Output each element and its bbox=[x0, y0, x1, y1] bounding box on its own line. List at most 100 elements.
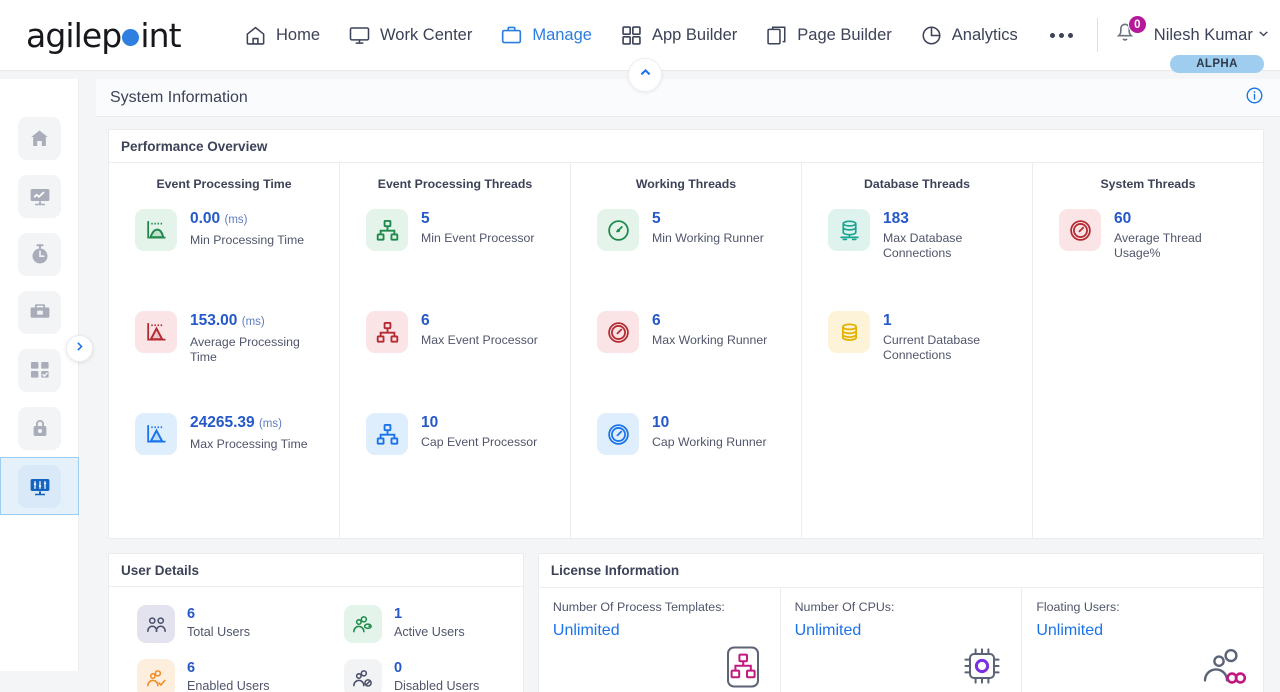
nav-item-home[interactable]: Home bbox=[230, 18, 334, 53]
sidebar-item-system-settings[interactable] bbox=[0, 457, 79, 515]
nav-item-page-builder[interactable]: Page Builder bbox=[751, 18, 905, 53]
collapse-header-button[interactable] bbox=[628, 58, 662, 92]
pie-chart-icon bbox=[920, 24, 943, 47]
nav-item-app-builder-label: App Builder bbox=[651, 25, 738, 44]
license-cell-floating-users: Floating Users: Unlimited bbox=[1022, 588, 1263, 692]
license-value: Unlimited bbox=[794, 622, 862, 639]
metric-label: Min Processing Time bbox=[190, 233, 305, 247]
metric-label: Max Working Runner bbox=[652, 333, 768, 347]
license-row-1: Number Of Process Templates: Unlimited N… bbox=[539, 588, 1263, 692]
lock-icon bbox=[18, 406, 61, 450]
stopwatch-icon bbox=[18, 232, 61, 276]
perf-column-title: Event Processing Threads bbox=[377, 177, 533, 191]
performance-overview-title: Performance Overview bbox=[121, 138, 268, 154]
app-logo[interactable]: agilep int bbox=[0, 16, 230, 55]
process-template-icon bbox=[722, 645, 764, 692]
metric-value: 5 bbox=[421, 210, 430, 227]
logo-text-part1: agilep bbox=[26, 15, 122, 55]
metric-value: 183 bbox=[883, 210, 909, 227]
user-check-icon bbox=[137, 659, 175, 692]
notification-badge: 0 bbox=[1127, 15, 1147, 34]
sidebar-item-security[interactable] bbox=[0, 399, 79, 457]
nav-item-manage[interactable]: Manage bbox=[486, 18, 606, 53]
chevron-right-icon bbox=[73, 340, 86, 358]
gauge-icon bbox=[597, 413, 639, 455]
perf-column-title: Event Processing Time bbox=[156, 177, 292, 191]
perf-column-event-processing-threads: Event Processing Threads 5 Min Event Pro… bbox=[340, 163, 571, 538]
user-metric-value: 6 bbox=[187, 606, 196, 622]
metric-value: 0.00 (ms) bbox=[190, 210, 248, 227]
sidebar-item-analytics[interactable] bbox=[0, 167, 79, 225]
license-label: Number Of Process Templates: bbox=[552, 600, 725, 614]
license-cell-cpus: Number Of CPUs: Unlimited bbox=[781, 588, 1023, 692]
nav-item-work-center-label: Work Center bbox=[380, 25, 473, 44]
metric-text: 24265.39 (ms) Max Processing Time bbox=[190, 413, 308, 452]
logo-text: agilep int bbox=[26, 15, 182, 55]
hierarchy-icon bbox=[366, 413, 408, 455]
metric-value: 10 bbox=[421, 414, 439, 431]
user-active-icon bbox=[343, 605, 382, 643]
nav-divider bbox=[1096, 18, 1098, 52]
floating-users-icon bbox=[1199, 645, 1247, 692]
user-metric-enabled-users: 6 Enabled Users bbox=[109, 651, 316, 692]
notifications-button[interactable]: 0 bbox=[1112, 15, 1147, 53]
page-title: System Information bbox=[110, 88, 248, 106]
metric-label: Average Processing Time bbox=[190, 335, 300, 364]
top-nav-items: Home Work Center Manage App Builder Page… bbox=[230, 18, 1091, 53]
user-metric-value: 6 bbox=[187, 660, 196, 676]
user-metric-value: 1 bbox=[393, 606, 403, 622]
user-metric-total-users: 6 Total Users bbox=[109, 597, 316, 651]
nav-item-app-builder[interactable]: App Builder bbox=[606, 18, 751, 53]
metric-max-database-connections: 183 Max Database Connections bbox=[802, 209, 1032, 311]
hierarchy-icon bbox=[366, 311, 408, 353]
cpu-icon bbox=[959, 643, 1005, 692]
metric-unit: (ms) bbox=[241, 316, 265, 328]
sidebar-expand-button[interactable] bbox=[66, 335, 93, 362]
home-icon bbox=[244, 24, 267, 47]
sidebar-item-timer[interactable] bbox=[0, 225, 79, 283]
metric-text: 0.00 (ms) Min Processing Time bbox=[190, 209, 304, 248]
nav-item-work-center[interactable]: Work Center bbox=[334, 18, 486, 53]
chevron-up-icon bbox=[638, 65, 653, 85]
perf-column-title: System Threads bbox=[1100, 177, 1196, 191]
metric-label: Average Thread Usage% bbox=[1114, 231, 1202, 260]
briefcase-icon bbox=[500, 24, 523, 47]
alpha-badge: ALPHA bbox=[1170, 55, 1264, 73]
nav-item-page-builder-label: Page Builder bbox=[797, 25, 892, 44]
metric-label: Max Processing Time bbox=[190, 437, 308, 451]
user-menu-button[interactable]: Nilesh Kumar bbox=[1154, 26, 1270, 45]
user-details-title: User Details bbox=[121, 562, 200, 578]
area-chart-icon bbox=[135, 209, 177, 251]
briefcase-icon bbox=[18, 290, 61, 334]
page-header: System Information bbox=[96, 79, 1280, 117]
metric-label: Max Database Connections bbox=[883, 231, 963, 260]
metric-average-processing-time: 153.00 (ms) Average Processing Time bbox=[109, 311, 339, 413]
user-metric-active-users: 1 Active Users bbox=[316, 597, 523, 651]
gauge-icon bbox=[1059, 209, 1101, 251]
metric-label: Min Working Runner bbox=[652, 231, 764, 245]
grid-check-icon bbox=[18, 348, 61, 392]
more-dot-icon bbox=[1058, 32, 1064, 38]
license-label: Number Of CPUs: bbox=[794, 600, 895, 614]
metric-text: 10 Cap Working Runner bbox=[652, 413, 767, 450]
gauge-icon bbox=[597, 311, 639, 353]
info-icon[interactable] bbox=[1245, 86, 1264, 110]
user-metric-text: 0 Disabled Users bbox=[394, 659, 479, 692]
database-icon bbox=[828, 311, 870, 353]
user-details-grid: 6 Total Users 1 Active Users 6 Enabled U… bbox=[109, 587, 523, 692]
metric-cap-working-runner: 10 Cap Working Runner bbox=[571, 413, 801, 515]
metric-average-thread-usage: 60 Average Thread Usage% bbox=[1033, 209, 1263, 311]
metric-unit: (ms) bbox=[258, 418, 282, 430]
nav-more-button[interactable] bbox=[1032, 27, 1091, 44]
metric-label: Current Database Connections bbox=[883, 333, 981, 362]
gauge-icon bbox=[597, 209, 639, 251]
perf-column-system-threads: System Threads 60 Average Thread Usage% bbox=[1033, 163, 1263, 538]
nav-item-analytics[interactable]: Analytics bbox=[906, 18, 1032, 53]
sidebar-item-home[interactable] bbox=[0, 109, 79, 167]
main-content: System Information Performance Overview … bbox=[96, 79, 1280, 692]
sidebar-item-toolbox[interactable] bbox=[0, 283, 79, 341]
more-dot-icon bbox=[1049, 32, 1055, 38]
user-metric-label: Disabled Users bbox=[393, 679, 480, 692]
user-metric-text: 1 Active Users bbox=[394, 605, 465, 639]
metric-value: 60 bbox=[1114, 210, 1132, 227]
